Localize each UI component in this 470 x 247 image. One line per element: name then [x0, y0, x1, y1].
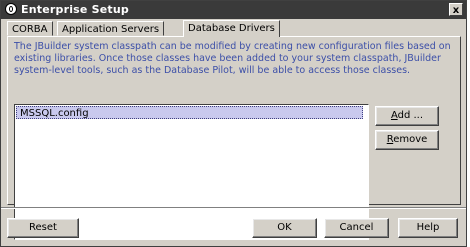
add-button[interactable]: Add ...: [375, 106, 439, 126]
reset-button[interactable]: Reset: [7, 218, 79, 238]
database-drivers-panel: The JBuilder system classpath can be mod…: [7, 36, 461, 240]
tab-database-drivers[interactable]: Database Drivers: [183, 20, 280, 37]
description-text: The JBuilder system classpath can be mod…: [14, 41, 451, 76]
title-bar[interactable]: Enterprise Setup x: [1, 1, 466, 19]
add-label-rest: dd ...: [397, 110, 424, 121]
tab-corba[interactable]: CORBA: [7, 21, 53, 36]
add-mnemonic: A: [390, 110, 398, 121]
window-title: Enterprise Setup: [21, 3, 129, 16]
cancel-button[interactable]: Cancel: [324, 218, 389, 238]
close-icon[interactable]: x: [449, 3, 463, 16]
ok-button[interactable]: OK: [252, 218, 317, 238]
tab-strip: CORBA Application Servers Database Drive…: [7, 20, 461, 37]
tab-application-servers[interactable]: Application Servers: [57, 21, 165, 36]
enterprise-setup-dialog: Enterprise Setup x CORBA Application Ser…: [0, 0, 467, 247]
remove-label-rest: emove: [393, 134, 428, 145]
list-item[interactable]: MSSQL.config: [16, 106, 363, 119]
help-button[interactable]: Help: [398, 218, 458, 238]
app-icon: [5, 3, 17, 15]
footer-separator: [1, 207, 466, 209]
remove-button[interactable]: Remove: [375, 130, 439, 150]
